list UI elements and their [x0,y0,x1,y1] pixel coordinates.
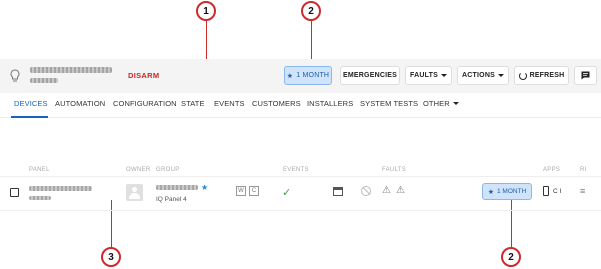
row-group-name-redacted[interactable] [156,185,198,190]
col-header-owner: OWNER [126,167,151,173]
star-icon: ★ [286,72,294,80]
tab-automation[interactable]: AUTOMATION [55,99,105,108]
warning-icon: ⚠ [382,185,391,196]
caret-down-icon [440,74,447,77]
row-checkbox[interactable] [10,188,19,197]
bulb-icon [10,69,20,82]
callout-2-bottom-line [511,200,512,247]
refresh-icon [518,71,527,80]
panel-header: DISARM ★ 1 MONTH EMERGENCIES FAULTS ACTI… [0,59,601,93]
avatar-head [132,187,137,192]
tab-other[interactable]: OTHER [423,99,459,108]
col-header-events: EVENTS [283,167,309,173]
w-icon: W [236,186,246,196]
emergencies-button[interactable]: EMERGENCIES [340,66,400,85]
phone-icon [543,186,549,196]
ban-icon [361,186,371,196]
row-apps: C I [553,188,562,195]
row-group-model: IQ Panel 4 [156,196,187,203]
row-panel-id-redacted [29,196,51,200]
refresh-button[interactable]: REFRESH [514,66,569,85]
star-icon[interactable]: ★ [201,183,208,192]
nav-tabs: DEVICES AUTOMATION CONFIGURATION STATE E… [0,93,601,118]
tab-state[interactable]: STATE [181,99,205,108]
message-icon [581,71,590,80]
callout-3: 3 [101,247,121,267]
star-icon: ★ [487,188,495,196]
message-button[interactable] [574,66,597,85]
col-header-panel: PANEL [29,167,50,173]
tab-devices[interactable]: DEVICES [14,99,48,108]
panel-name-redacted [30,67,112,73]
row-panel-name-redacted[interactable] [29,186,92,191]
active-tab-indicator [11,116,48,118]
row-divider [0,210,601,211]
col-header-ri: RI [580,167,587,173]
tab-configuration[interactable]: CONFIGURATION [113,99,177,108]
caret-down-icon [452,102,459,105]
page: 1 2 2 3 DISARM ★ 1 MONTH EMERGENCIES FAU… [0,0,601,269]
caret-down-icon [497,74,504,77]
callout-2-top: 2 [301,1,321,21]
tab-events[interactable]: EVENTS [214,99,245,108]
month-button[interactable]: ★ 1 MONTH [284,66,332,85]
header-divider [0,176,601,177]
c-icon: C [249,186,259,196]
tab-installers[interactable]: INSTALLERS [307,99,353,108]
faults-dropdown[interactable]: FAULTS [405,66,452,85]
actions-dropdown[interactable]: ACTIONS [457,66,509,85]
panel-id-redacted [30,78,58,83]
callout-1: 1 [196,1,216,21]
warning-icon: ⚠ [396,185,405,196]
callout-3-line [111,200,112,247]
avatar [126,184,143,201]
col-header-group: GROUP [156,167,180,173]
avatar-body [129,193,140,199]
row-month-button[interactable]: ★ 1 MONTH [482,183,532,200]
tab-system-tests[interactable]: SYSTEM TESTS [360,99,418,108]
arm-state-label: DISARM [128,71,160,80]
tab-customers[interactable]: CUSTOMERS [252,99,301,108]
check-icon: ✓ [282,187,292,199]
col-header-apps: APPS [543,167,561,173]
panel-icon [333,187,343,196]
col-header-faults: FAULTS [382,167,407,173]
menu-lines-icon[interactable]: ≡ [580,186,585,196]
callout-2-bottom: 2 [501,247,521,267]
